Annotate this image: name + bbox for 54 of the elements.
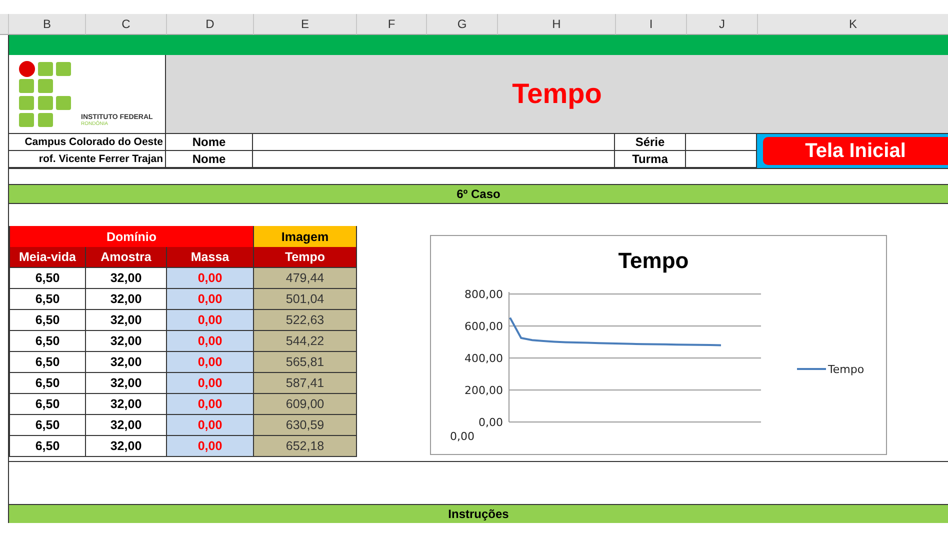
home-button[interactable]: Tela Inicial (763, 137, 948, 165)
name-field[interactable] (253, 134, 615, 151)
legend-line (797, 368, 826, 370)
table-cell: 32,00 (86, 289, 167, 310)
x-tick-label: 0,00 (450, 430, 474, 443)
y-tick-label: 200,00 (464, 384, 503, 397)
table-cell: 32,00 (86, 394, 167, 415)
table-cell: 6,50 (10, 268, 86, 289)
table-cell: 32,00 (86, 415, 167, 436)
table-cell: 6,50 (10, 352, 86, 373)
table-cell: 32,00 (86, 268, 167, 289)
legend-label: Tempo (828, 363, 864, 376)
label-cell: Série (615, 134, 686, 151)
table-cell: 544,22 (254, 331, 357, 352)
table-cell: 6,50 (10, 436, 86, 457)
table-cell: 32,00 (86, 310, 167, 331)
campus-cell: rof. Vicente Ferrer Trajan (9, 151, 166, 168)
label-cell: Nome (166, 151, 253, 168)
table-cell: 652,18 (254, 436, 357, 457)
y-tick-label: 600,00 (464, 320, 503, 333)
name-field[interactable] (253, 151, 615, 168)
table-cell: 6,50 (10, 373, 86, 394)
section-title: Instruções (448, 507, 509, 521)
table-cell: 6,50 (10, 415, 86, 436)
table-cell: 565,81 (254, 352, 357, 373)
table-cell: 6,50 (10, 331, 86, 352)
table-cell: 609,00 (254, 394, 357, 415)
table-cell: 32,00 (86, 373, 167, 394)
column-title: Meia-vida (10, 247, 86, 268)
y-tick-label: 400,00 (464, 352, 503, 365)
table-cell: 6,50 (10, 289, 86, 310)
label-cell: Nome (166, 134, 253, 151)
group-header: Imagem (254, 226, 357, 247)
y-tick-label: 800,00 (464, 288, 503, 301)
table-cell: 522,63 (254, 310, 357, 331)
table-cell: 32,00 (86, 436, 167, 457)
group-header: Domínio (10, 226, 254, 247)
section-title: 6º Caso (456, 187, 500, 201)
y-tick-label: 0,00 (478, 416, 503, 429)
table-cell: 32,00 (86, 352, 167, 373)
table-cell: 501,04 (254, 289, 357, 310)
table-cell: 587,41 (254, 373, 357, 394)
table-cell: 32,00 (86, 331, 167, 352)
table-cell: 6,50 (10, 394, 86, 415)
column-title: Massa (167, 247, 254, 268)
table-cell: 630,59 (254, 415, 357, 436)
table-cell: 6,50 (10, 310, 86, 331)
sheet-title: Tempo (512, 78, 602, 110)
chart-title: Tempo (618, 248, 689, 274)
label-cell: Turma (615, 151, 686, 168)
column-title: Amostra (86, 247, 167, 268)
column-title: Tempo (254, 247, 357, 268)
table-cell: 479,44 (254, 268, 357, 289)
campus-cell: Campus Colorado do Oeste (9, 134, 166, 151)
